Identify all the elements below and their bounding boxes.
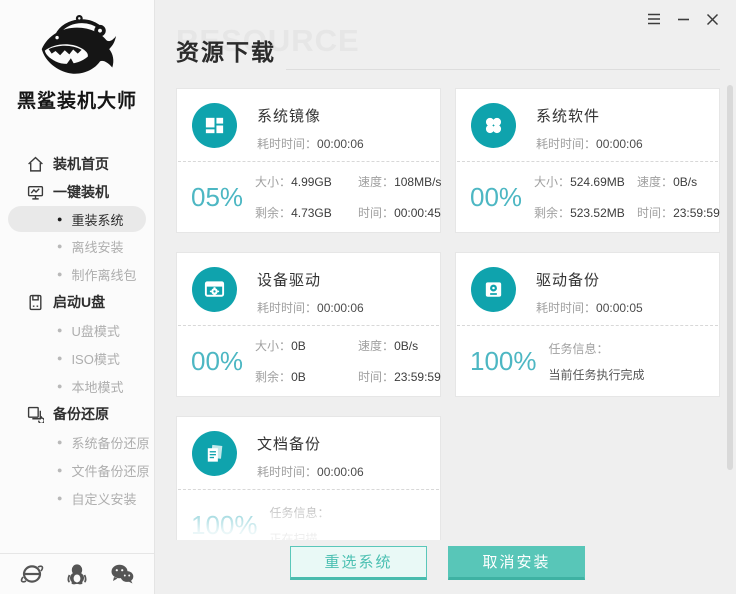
- progress-percent: 05%: [191, 181, 244, 212]
- progress-percent: 100%: [470, 345, 537, 376]
- bullet-icon: ●: [57, 268, 63, 279]
- card-device-driver: 设备驱动 耗时时间：00:00:06 00% 大小：0B 速度：0B/s 剩余：…: [176, 252, 441, 397]
- bullet-icon: ●: [57, 240, 63, 251]
- elapsed-time: 耗时时间：00:00:06: [257, 465, 364, 479]
- sidebar-item-label: 文件备份还原: [71, 463, 150, 479]
- stat-size: 大小：0B: [255, 339, 306, 353]
- windows-icon: [192, 103, 237, 148]
- sidebar-item-label: 启动U盘: [53, 294, 106, 310]
- bullet-icon: ●: [57, 436, 63, 447]
- stat-time: 时间：23:59:59: [637, 206, 720, 220]
- wechat-icon[interactable]: [110, 563, 134, 585]
- task-info: 任务信息： 当前任务执行完成: [548, 341, 645, 382]
- sidebar-item-reinstall-system[interactable]: ● 重装系统: [8, 206, 146, 232]
- sidebar-item-label: 系统备份还原: [71, 435, 150, 451]
- main-panel: RESOURCE 资源下载 系统镜像 耗时时间：00:00:06 05% 大小：…: [155, 0, 736, 594]
- scrollbar[interactable]: [727, 85, 733, 470]
- download-cards-area: 系统镜像 耗时时间：00:00:06 05% 大小：4.99GB 速度：108M…: [176, 88, 720, 540]
- stat-time: 时间：00:00:45: [358, 206, 441, 220]
- bullet-icon: ●: [57, 352, 63, 363]
- sidebar-item-label: ISO模式: [71, 351, 120, 367]
- sidebar-item-iso-mode[interactable]: ● ISO模式: [0, 344, 154, 372]
- card-title: 驱动备份: [536, 272, 601, 289]
- sidebar-item-label: 制作离线包: [71, 267, 137, 283]
- stat-remaining: 剩余：523.52MB: [534, 206, 625, 220]
- stat-size: 大小：4.99GB: [255, 175, 332, 189]
- task-info: 任务信息： 正在扫描: [270, 504, 330, 541]
- stat-speed: 速度：108MB/s: [358, 175, 442, 189]
- card-title: 系统镜像: [257, 108, 322, 125]
- sidebar-item-label: 重装系统: [71, 212, 124, 228]
- progress-percent: 00%: [470, 181, 523, 212]
- sidebar-item-offline-install[interactable]: ● 离线安装: [0, 232, 154, 260]
- sidebar-item-boot-usb[interactable]: 启动U盘: [0, 288, 154, 316]
- bullet-icon: ●: [57, 380, 63, 391]
- sidebar-item-file-backup-restore[interactable]: ● 文件备份还原: [0, 456, 154, 484]
- sidebar-item-custom-install[interactable]: ● 自定义安装: [0, 484, 154, 512]
- sidebar-item-label: 自定义安装: [71, 491, 137, 507]
- apps-icon: [471, 103, 516, 148]
- title-underline: [286, 69, 720, 70]
- stat-remaining: 剩余：4.73GB: [255, 206, 332, 220]
- app-logo: 黑鲨装机大师: [0, 0, 154, 150]
- sidebar-item-make-offline-pack[interactable]: ● 制作离线包: [0, 260, 154, 288]
- home-icon: [27, 156, 44, 173]
- sidebar-item-system-backup-restore[interactable]: ● 系统备份还原: [0, 428, 154, 456]
- progress-percent: 100%: [191, 509, 258, 540]
- stat-speed: 速度：0B/s: [358, 339, 419, 353]
- sidebar-item-label: 装机首页: [53, 156, 109, 172]
- card-document-backup: 文档备份 耗时时间：00:00:06 100% 任务信息： 正在扫描: [176, 416, 441, 540]
- one-key-monitor-icon: [27, 184, 44, 201]
- sidebar-item-label: 备份还原: [53, 406, 109, 422]
- sidebar-menu: 装机首页 一键装机 ● 重装系统 ● 离线安装 ● 制作离线包 启动U盘 ● U…: [0, 150, 154, 512]
- stat-time: 时间：23:59:59: [358, 370, 441, 384]
- reselect-system-button[interactable]: 重选系统: [290, 546, 427, 580]
- sidebar-item-label: 离线安装: [71, 239, 124, 255]
- drive-backup-icon: [471, 267, 516, 312]
- card-driver-backup: 驱动备份 耗时时间：00:00:05 100% 任务信息： 当前任务执行完成: [455, 252, 720, 397]
- cancel-install-button[interactable]: 取消安装: [448, 546, 585, 580]
- qq-icon[interactable]: [66, 563, 88, 585]
- task-status: 当前任务执行完成: [548, 367, 645, 382]
- app-window: 黑鲨装机大师 装机首页 一键装机 ● 重装系统 ● 离线安装 ● 制作离线包 启…: [0, 0, 736, 594]
- backup-restore-icon: [27, 406, 44, 423]
- usb-disk-icon: [27, 294, 44, 311]
- elapsed-time: 耗时时间：00:00:06: [536, 137, 643, 151]
- sidebar-item-usb-mode[interactable]: ● U盘模式: [0, 316, 154, 344]
- device-driver-icon: [192, 267, 237, 312]
- sidebar-item-label: 一键装机: [53, 184, 109, 200]
- sidebar-item-local-mode[interactable]: ● 本地模式: [0, 372, 154, 400]
- shark-logo-icon: [0, 8, 154, 84]
- ie-browser-icon[interactable]: [20, 563, 44, 585]
- task-status: 正在扫描: [269, 531, 318, 541]
- sidebar-item-label: U盘模式: [71, 323, 120, 339]
- sidebar-item-label: 本地模式: [71, 379, 124, 395]
- bullet-icon: ●: [57, 213, 63, 224]
- progress-percent: 00%: [191, 345, 244, 376]
- card-title: 系统软件: [536, 108, 601, 125]
- stat-remaining: 剩余：0B: [255, 370, 306, 384]
- page-header: RESOURCE 资源下载: [176, 0, 720, 88]
- card-title: 设备驱动: [257, 272, 322, 289]
- card-title: 文档备份: [257, 436, 322, 453]
- elapsed-time: 耗时时间：00:00:06: [257, 137, 364, 151]
- bullet-icon: ●: [57, 492, 63, 503]
- elapsed-time: 耗时时间：00:00:06: [257, 301, 364, 315]
- card-system-image: 系统镜像 耗时时间：00:00:06 05% 大小：4.99GB 速度：108M…: [176, 88, 441, 233]
- footer-actions: 重选系统 取消安装: [155, 546, 720, 580]
- stat-speed: 速度：0B/s: [637, 175, 698, 189]
- sidebar: 黑鲨装机大师 装机首页 一键装机 ● 重装系统 ● 离线安装 ● 制作离线包 启…: [0, 0, 155, 594]
- sidebar-item-backup-restore[interactable]: 备份还原: [0, 400, 154, 428]
- elapsed-time: 耗时时间：00:00:05: [536, 301, 643, 315]
- stat-size: 大小：524.69MB: [534, 175, 625, 189]
- card-system-software: 系统软件 耗时时间：00:00:06 00% 大小：524.69MB 速度：0B…: [455, 88, 720, 233]
- page-title: 资源下载: [176, 39, 276, 65]
- sidebar-footer: [0, 553, 154, 594]
- sidebar-item-one-key[interactable]: 一键装机: [0, 178, 154, 206]
- bullet-icon: ●: [57, 464, 63, 475]
- app-name: 黑鲨装机大师: [16, 91, 137, 112]
- sidebar-item-home[interactable]: 装机首页: [0, 150, 154, 178]
- document-icon: [192, 431, 237, 476]
- bullet-icon: ●: [57, 324, 63, 335]
